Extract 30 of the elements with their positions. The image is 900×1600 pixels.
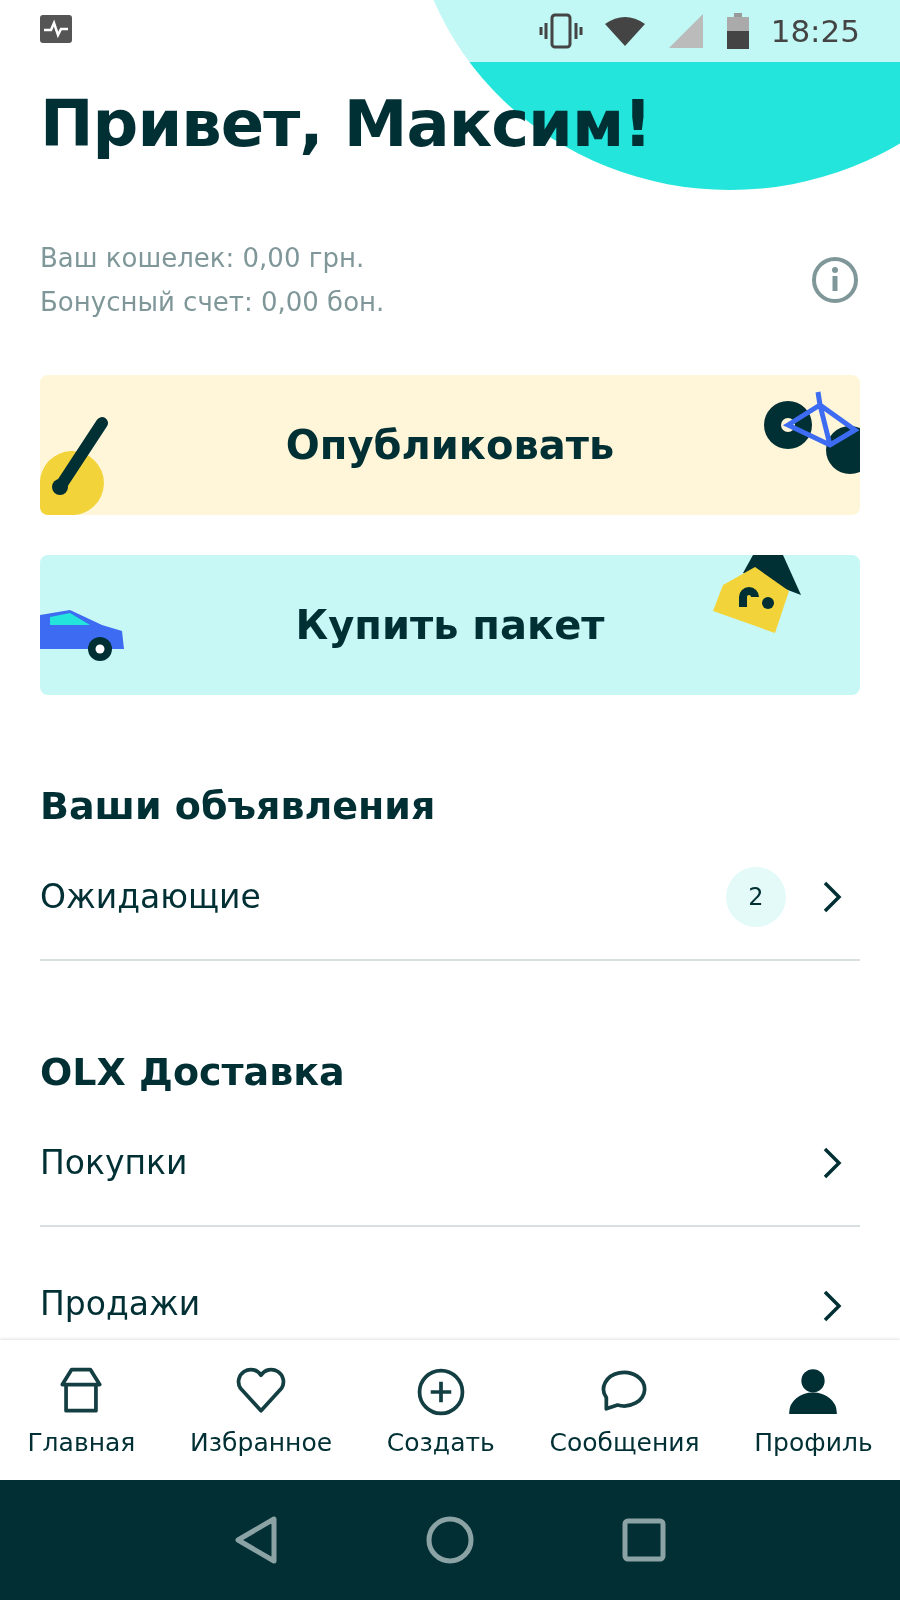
row-label: Продажи — [40, 1283, 202, 1323]
list-row[interactable]: Покупки — [40, 1100, 860, 1227]
vibrate-icon — [538, 13, 583, 49]
nav-tab[interactable]: Профиль — [754, 1363, 873, 1457]
nav-tab[interactable]: Главная — [27, 1363, 136, 1457]
wallet-text: Бонусный счет: 0,00 бон. — [40, 286, 386, 317]
activity-icon — [40, 15, 72, 43]
chevron-right-icon — [822, 1288, 842, 1323]
row-label: Покупки — [40, 1143, 189, 1183]
info-icon[interactable] — [810, 254, 860, 305]
battery-icon — [726, 13, 749, 49]
back-icon[interactable] — [233, 1515, 278, 1565]
wifi-icon — [604, 16, 645, 46]
chevron-right-icon — [822, 879, 842, 914]
row-label: Ожидающие — [40, 877, 262, 917]
publish-button[interactable]: Опубликовать — [40, 374, 860, 515]
home-circle-icon[interactable] — [425, 1515, 475, 1565]
nav-tab[interactable]: Сообщения — [549, 1363, 700, 1457]
clock: 18:25 — [770, 13, 860, 49]
wallet-text: Ваш кошелек: 0,00 грн. — [40, 242, 366, 273]
chevron-right-icon — [822, 1145, 842, 1180]
list-row[interactable]: Продажи — [40, 1226, 860, 1323]
buy-package-button[interactable]: Купить пакет — [40, 554, 860, 695]
list-row[interactable]: Ожидающие 2 — [40, 834, 860, 961]
recents-icon[interactable] — [622, 1518, 667, 1562]
nav-tab[interactable]: Избранное — [190, 1363, 333, 1457]
section-heading: Ваши объявления — [40, 782, 437, 829]
section-heading: OLX Доставка — [40, 1048, 346, 1095]
count-badge: 2 — [726, 866, 786, 927]
nav-tab[interactable]: Создать — [386, 1363, 495, 1457]
